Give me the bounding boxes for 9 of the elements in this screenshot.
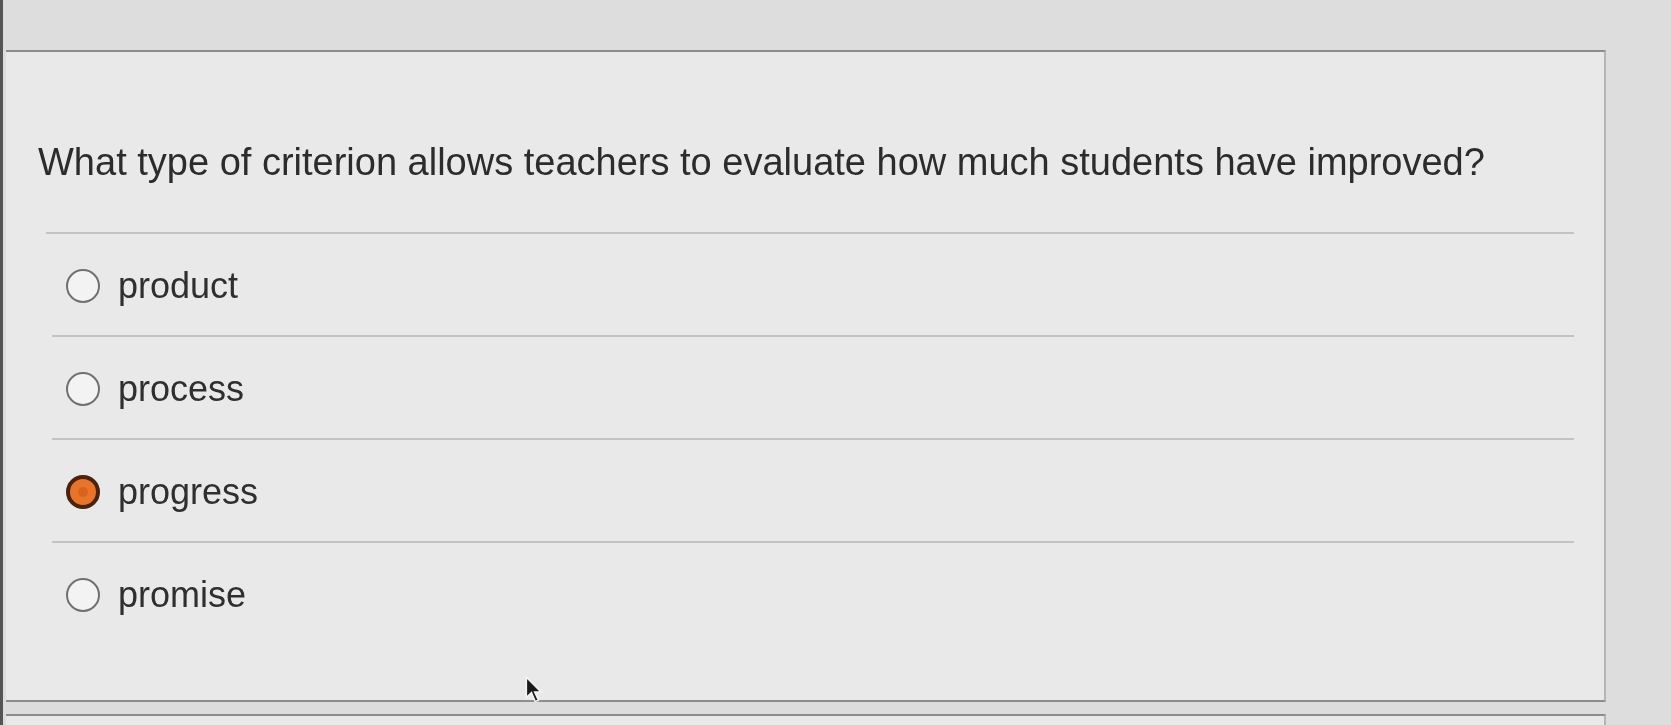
option-label[interactable]: progress [118,469,259,514]
radio-button[interactable] [66,371,100,406]
radio-button[interactable] [66,474,100,509]
option-label[interactable]: product [118,263,239,308]
option-label[interactable]: process [118,366,245,411]
question-text: What type of criterion allows teachers to evaluate how much students have improved? [38,140,1486,185]
radio-button[interactable] [66,577,100,612]
option-label[interactable]: promise [118,572,247,617]
radio-button[interactable] [66,268,100,303]
